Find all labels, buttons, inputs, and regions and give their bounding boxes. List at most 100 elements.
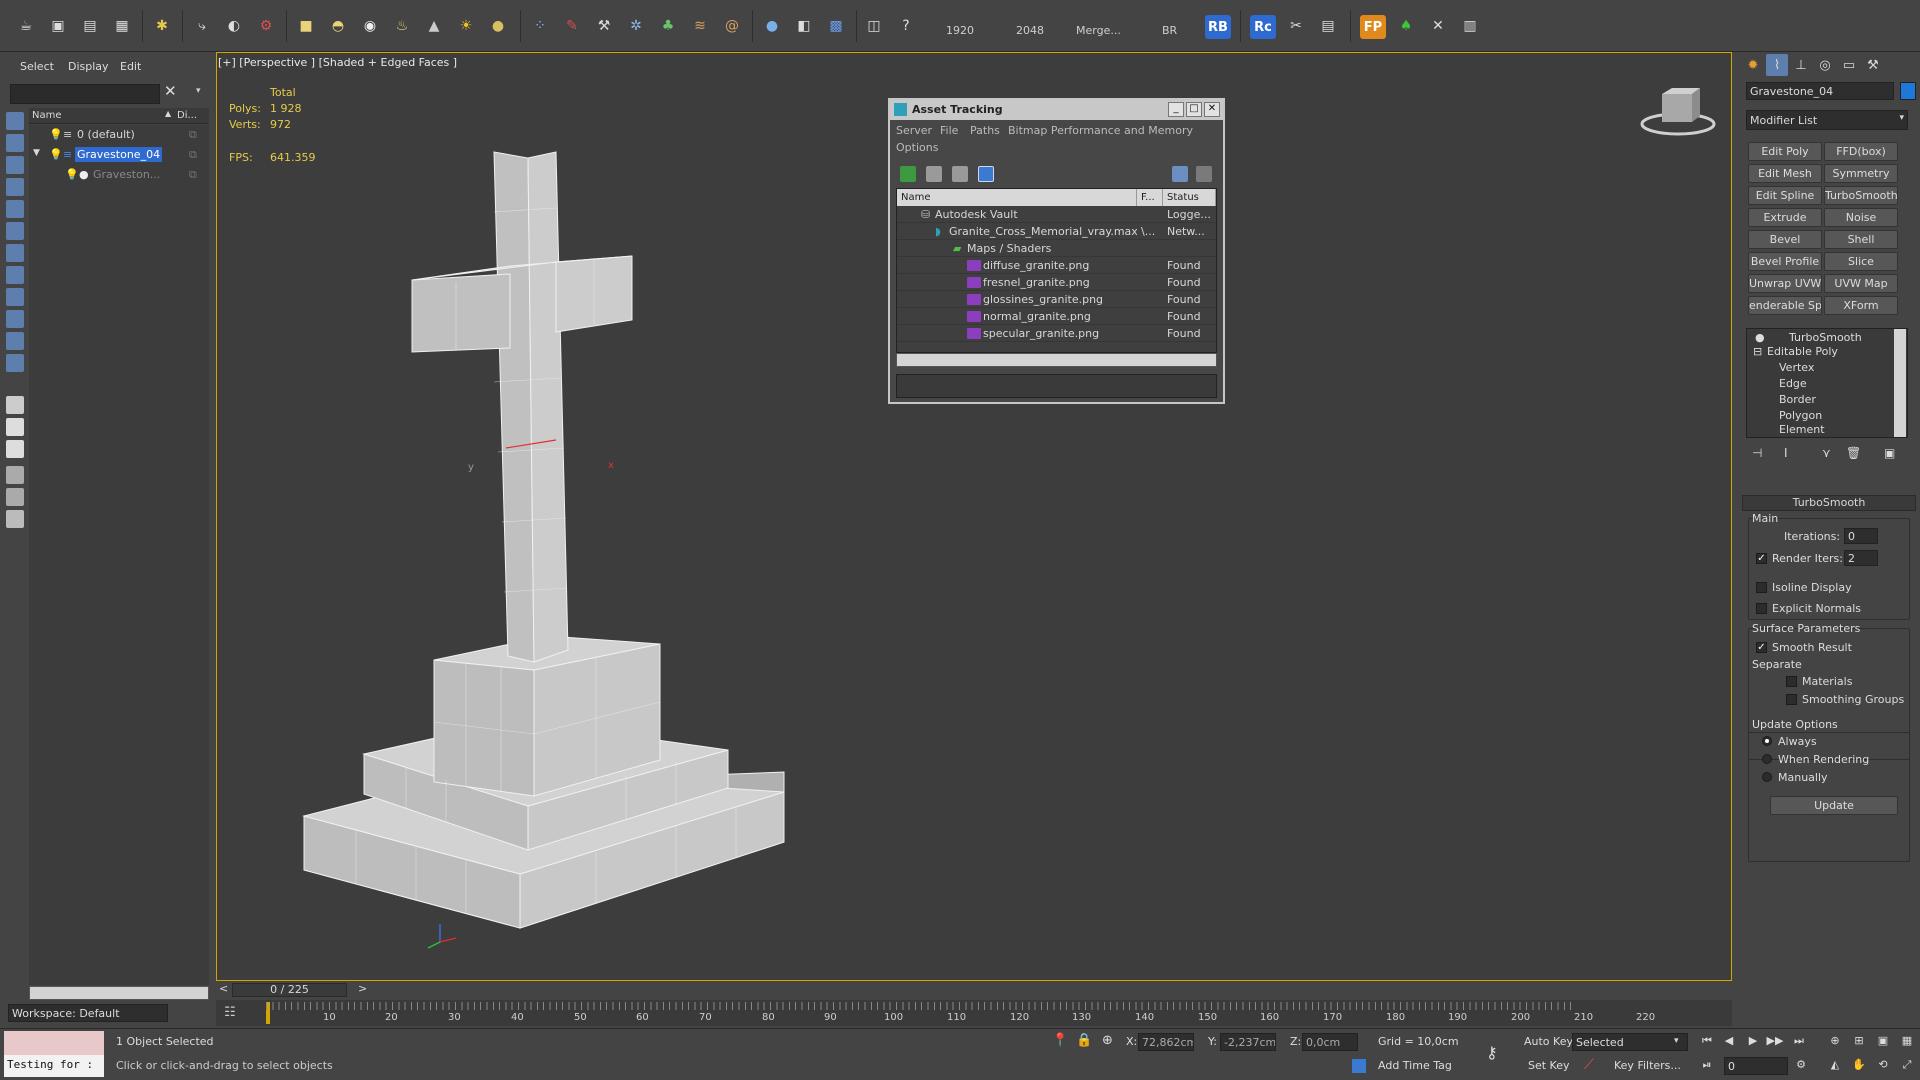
clear-search-icon[interactable]: ✕ — [164, 82, 177, 100]
shell-button[interactable]: Shell — [1824, 230, 1898, 249]
help-icon[interactable]: ? — [894, 14, 918, 38]
go-to-end-icon[interactable]: ⏭ — [1790, 1033, 1808, 1049]
lightbulb-icon[interactable]: 💡 — [65, 168, 79, 181]
menu-edit[interactable]: Edit — [120, 60, 141, 73]
time-config-icon[interactable]: ⚙ — [1792, 1057, 1810, 1073]
modifier-list-dropdown[interactable]: Modifier List ▾ — [1746, 110, 1908, 130]
stack-item-vertex[interactable]: Vertex — [1779, 361, 1814, 374]
minimize-icon[interactable]: _ — [1168, 102, 1184, 117]
update-button[interactable]: Update — [1770, 796, 1898, 815]
scene-states-icon[interactable]: ▦ — [110, 14, 134, 38]
remove-modifier-icon[interactable]: 🗑 — [1846, 446, 1861, 460]
menu-file[interactable]: File — [940, 124, 958, 137]
pin-stack-icon[interactable]: ⊣ — [1752, 446, 1762, 460]
material-icon[interactable]: ◧ — [792, 14, 816, 38]
maxscript-listener-pink[interactable] — [4, 1031, 104, 1055]
table-row[interactable]: ◗ Granite_Cross_Memorial_vray.max \... N… — [897, 223, 1216, 240]
object-name-field[interactable]: Gravestone_04 — [1746, 82, 1894, 100]
render-height[interactable]: 2048 — [1016, 24, 1044, 37]
table-row[interactable]: ▰ Maps / Shaders — [897, 240, 1216, 257]
circle-icon[interactable]: ● — [760, 14, 784, 38]
paint-icon[interactable]: ✎ — [560, 14, 584, 38]
table-row[interactable]: diffuse_granite.png Found — [897, 257, 1216, 274]
uvw-map-button[interactable]: UVW Map — [1824, 274, 1898, 293]
rc-button[interactable]: Rc — [1250, 15, 1276, 39]
horizontal-scrollbar[interactable] — [896, 353, 1217, 367]
table-row[interactable]: glossines_granite.png Found — [897, 291, 1216, 308]
menu-server[interactable]: Server — [896, 124, 932, 137]
y-coord-field[interactable]: -2,237cm — [1220, 1033, 1276, 1051]
make-unique-icon[interactable]: ⋎ — [1822, 446, 1831, 460]
ffd-box-button[interactable]: FFD(box) — [1824, 142, 1898, 161]
render-iters-checkbox[interactable]: ✓ — [1756, 553, 1767, 564]
modify-tab-icon[interactable]: ⌇ — [1766, 54, 1788, 76]
zoom-icon[interactable]: ⊕ — [1826, 1033, 1844, 1049]
prev-frame-icon[interactable]: ◀ — [1720, 1033, 1738, 1049]
set-key-filter-icon[interactable]: ⟋ — [1584, 1057, 1594, 1073]
stack-item-editable-poly[interactable]: Editable Poly — [1767, 345, 1838, 358]
lightbulb-icon[interactable]: ● — [1755, 331, 1765, 344]
dome-icon[interactable]: ◓ — [326, 14, 350, 38]
close-icon[interactable]: ✕ — [1204, 102, 1220, 117]
chevron-down-icon[interactable]: ▾ — [196, 86, 201, 96]
display-tab-icon[interactable]: ▭ — [1838, 54, 1860, 76]
stack-item-edge[interactable]: Edge — [1779, 377, 1807, 390]
edit-spline-button[interactable]: Edit Spline — [1748, 186, 1822, 205]
utilities-tab-icon[interactable]: ⚒ — [1862, 54, 1884, 76]
render-width[interactable]: 1920 — [946, 24, 974, 37]
list-icon[interactable]: ▥ — [1458, 14, 1482, 38]
noise-button[interactable]: Noise — [1824, 208, 1898, 227]
expand-icon[interactable]: ⊟ — [1753, 345, 1762, 358]
iterations-spinner[interactable]: 0 — [1844, 528, 1878, 544]
create-tab-icon[interactable]: ✹ — [1742, 54, 1764, 76]
hair-icon[interactable]: ≋ — [688, 14, 712, 38]
stack-item-element[interactable]: Element — [1779, 423, 1825, 436]
render-setup-icon[interactable]: ▤ — [78, 14, 102, 38]
next-frame-icon[interactable]: > — [358, 982, 367, 995]
tools-icon[interactable]: ✂ — [1284, 14, 1308, 38]
smoothing-groups-checkbox[interactable] — [1786, 694, 1797, 705]
br-button[interactable]: BR — [1162, 24, 1177, 37]
isoline-display-checkbox[interactable] — [1756, 582, 1767, 593]
menu-select[interactable]: Select — [20, 60, 54, 73]
sun-icon[interactable]: ☀ — [454, 14, 478, 38]
explicit-normals-checkbox[interactable] — [1756, 603, 1767, 614]
teapot2-icon[interactable]: ♨ — [390, 14, 414, 38]
menu-paths[interactable]: Paths — [970, 124, 1000, 137]
cone-icon[interactable]: ▲ — [422, 14, 446, 38]
zoom-extents-all-icon[interactable]: ▦ — [1898, 1033, 1916, 1049]
table-row[interactable]: specular_granite.png Found — [897, 325, 1216, 342]
table-row[interactable]: normal_granite.png Found — [897, 308, 1216, 325]
curve-editor-icon[interactable]: ☷ — [216, 1000, 244, 1026]
render-frame-icon[interactable]: ▣ — [46, 14, 70, 38]
freeze-icon[interactable]: ⧉ — [189, 148, 197, 162]
isolate-icon[interactable]: 📍 — [1052, 1033, 1068, 1048]
column-display[interactable]: Di... — [177, 110, 197, 121]
layers-icon[interactable]: ◫ — [862, 14, 886, 38]
rb-button[interactable]: RB — [1205, 15, 1231, 39]
render-iters-spinner[interactable]: 2 — [1844, 550, 1878, 566]
time-tag-icon[interactable] — [1352, 1059, 1366, 1073]
freeze-icon[interactable]: ⧉ — [189, 168, 197, 182]
hierarchy-tab-icon[interactable]: ⊥ — [1790, 54, 1812, 76]
snowflake-icon[interactable]: ✲ — [624, 14, 648, 38]
column-f[interactable]: F... — [1137, 189, 1163, 206]
table-icon[interactable]: ▤ — [1316, 14, 1340, 38]
vertical-scrollbar[interactable] — [1894, 329, 1906, 437]
cross-tools-icon[interactable]: ✕ — [1426, 14, 1450, 38]
expand-icon[interactable]: ▼ — [33, 148, 40, 158]
particles-icon[interactable]: ⁘ — [528, 14, 552, 38]
key-filters-button[interactable]: Key Filters... — [1614, 1059, 1681, 1072]
light-icon[interactable]: ✱ — [150, 14, 174, 38]
tree-icon[interactable]: ♠ — [1394, 14, 1418, 38]
key-mode-icon[interactable]: ⏯ — [1698, 1057, 1716, 1073]
table-row[interactable]: ⛁ Autodesk Vault Logge... — [897, 206, 1216, 223]
unwrap-uvw-button[interactable]: Unwrap UVW — [1748, 274, 1822, 293]
fp-button[interactable]: FP — [1360, 15, 1386, 39]
object-color-swatch[interactable] — [1900, 82, 1916, 100]
go-to-start-icon[interactable]: ⏮ — [1698, 1033, 1716, 1049]
maximize-icon[interactable]: □ — [1186, 102, 1202, 117]
turbosmooth-button[interactable]: TurboSmooth — [1824, 186, 1898, 205]
zoom-extents-icon[interactable]: ▣ — [1874, 1033, 1892, 1049]
teapot-icon[interactable]: ☕ — [14, 14, 38, 38]
